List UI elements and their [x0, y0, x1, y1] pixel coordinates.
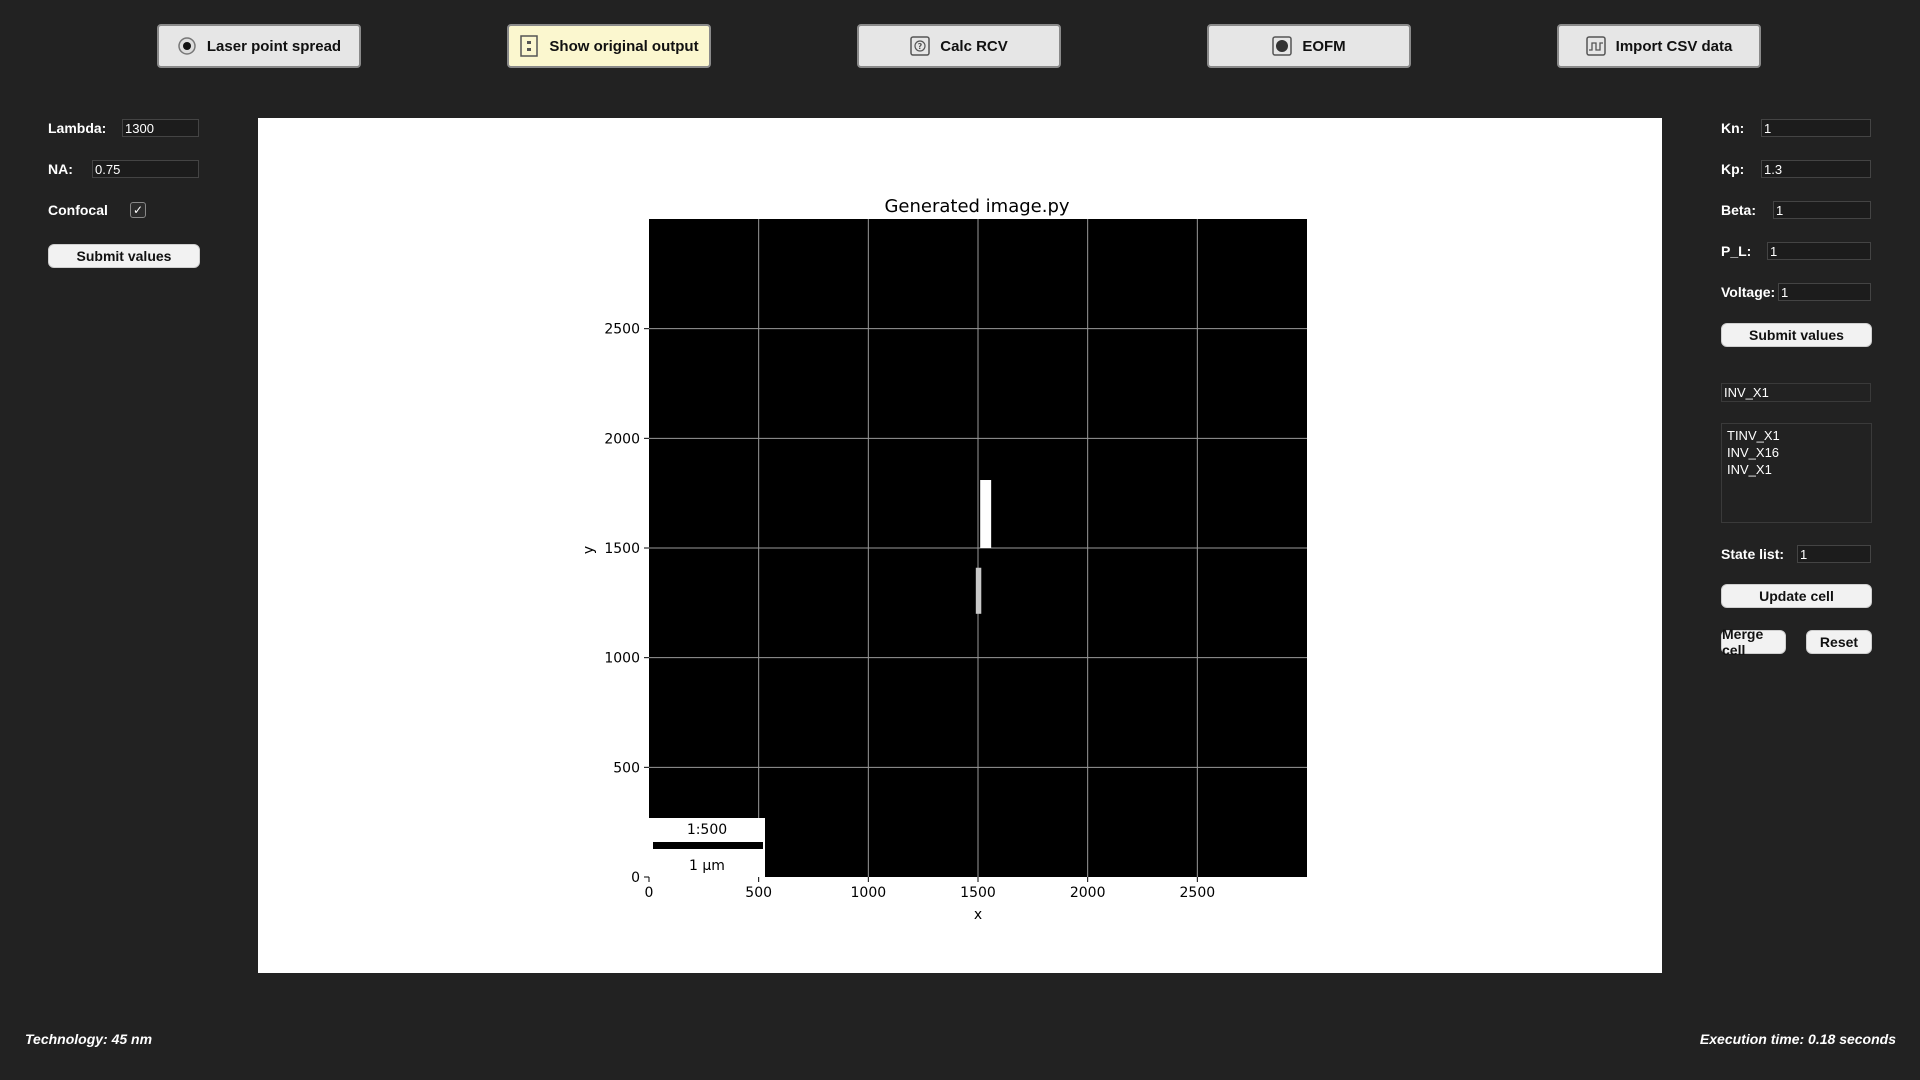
lambda-row: Lambda: — [48, 119, 199, 137]
x-tick-label: 2000 — [1070, 885, 1106, 901]
x-tick-label: 0 — [645, 885, 654, 901]
scale-bar: 1:500 1 µm — [649, 818, 765, 877]
chart-title: Generated image.py — [884, 196, 1069, 217]
state-list-row: State list: — [1721, 545, 1871, 563]
svg-text:?: ? — [918, 42, 923, 51]
scale-bar-line — [653, 842, 763, 849]
import-csv-data-label: Import CSV data — [1615, 37, 1733, 55]
laser-point-spread-label: Laser point spread — [206, 37, 342, 55]
execution-time-label: Execution time: 0.18 seconds — [1699, 1031, 1896, 1047]
state-list-label: State list: — [1721, 546, 1785, 562]
pl-input[interactable] — [1767, 242, 1871, 260]
plot-svg: Generated image.py 0 500 1000 1500 2000 2500 0… — [581, 196, 1307, 923]
kp-row: Kp: — [1721, 160, 1871, 178]
merge-cell-button[interactable]: Merge cell — [1721, 626, 1786, 658]
voltage-row: Voltage: — [1721, 283, 1871, 301]
cell-list-item[interactable]: INV_X16 — [1727, 444, 1866, 461]
y-axis-label: y — [581, 546, 597, 554]
x-tick-label: 2500 — [1180, 885, 1216, 901]
update-cell-button[interactable]: Update cell — [1721, 584, 1872, 608]
kn-row: Kn: — [1721, 119, 1871, 137]
plot-canvas: Generated image.py 0 500 1000 1500 2000 2500 0… — [258, 118, 1662, 973]
cell-list-item[interactable]: TINV_X1 — [1727, 427, 1866, 444]
x-tick-label: 1500 — [960, 885, 996, 901]
voltage-label: Voltage: — [1721, 284, 1776, 300]
scale-ratio-label: 1:500 — [687, 822, 727, 838]
confocal-row: Confocal ✓ — [48, 202, 146, 218]
beta-row: Beta: — [1721, 201, 1871, 219]
y-tick-label: 0 — [631, 870, 640, 886]
cell-listbox[interactable]: TINV_X1 INV_X16 INV_X1 — [1721, 423, 1872, 523]
import-csv-data-button[interactable]: Import CSV data — [1557, 24, 1761, 68]
x-tick-label: 1000 — [851, 885, 887, 901]
technology-label: Technology: 45 nm — [25, 1031, 153, 1047]
radio-icon — [177, 36, 197, 56]
kn-input[interactable] — [1761, 119, 1871, 137]
y-tick-label: 2500 — [604, 322, 640, 338]
cell-list-item[interactable]: INV_X1 — [1727, 461, 1866, 478]
document-icon — [519, 35, 539, 57]
pl-label: P_L: — [1721, 243, 1752, 259]
beta-label: Beta: — [1721, 202, 1757, 218]
lambda-label: Lambda: — [48, 120, 107, 136]
show-original-output-label: Show original output — [549, 37, 699, 55]
calc-rcv-button[interactable]: ? Calc RCV — [857, 24, 1061, 68]
voltage-input[interactable] — [1778, 283, 1871, 301]
eofm-button[interactable]: EOFM — [1207, 24, 1411, 68]
x-tick-label: 500 — [745, 885, 772, 901]
cell-search-input[interactable] — [1721, 383, 1871, 402]
show-original-output-button[interactable]: Show original output — [507, 24, 711, 68]
confocal-label: Confocal — [48, 202, 108, 218]
y-tick-label: 1000 — [604, 651, 640, 667]
y-tick-label: 1500 — [604, 541, 640, 557]
lens-icon — [1272, 36, 1293, 56]
kp-label: Kp: — [1721, 161, 1745, 177]
lambda-input[interactable] — [122, 119, 199, 137]
y-tick-label: 500 — [613, 760, 640, 776]
reset-button[interactable]: Reset — [1806, 630, 1872, 654]
state-list-input[interactable] — [1797, 545, 1871, 563]
kp-input[interactable] — [1761, 160, 1871, 178]
kn-label: Kn: — [1721, 120, 1745, 136]
beta-input[interactable] — [1773, 201, 1871, 219]
scale-unit-label: 1 µm — [689, 858, 725, 874]
na-row: NA: — [48, 160, 199, 178]
x-axis-label: x — [974, 907, 982, 923]
checkmark-icon: ✓ — [132, 203, 144, 217]
right-submit-values-button[interactable]: Submit values — [1721, 323, 1872, 347]
layout-shape — [980, 480, 992, 548]
confocal-checkbox[interactable]: ✓ — [130, 202, 146, 218]
pl-row: P_L: — [1721, 242, 1871, 260]
eofm-label: EOFM — [1302, 37, 1346, 55]
na-input[interactable] — [92, 160, 199, 178]
na-label: NA: — [48, 161, 73, 177]
y-tick-label: 2000 — [604, 431, 640, 447]
calc-rcv-label: Calc RCV — [940, 37, 1008, 55]
laser-point-spread-button[interactable]: Laser point spread — [157, 24, 361, 68]
layout-shape — [975, 567, 982, 614]
waveform-icon — [1585, 36, 1606, 56]
left-submit-values-button[interactable]: Submit values — [48, 244, 200, 268]
calculator-icon: ? — [910, 36, 930, 56]
